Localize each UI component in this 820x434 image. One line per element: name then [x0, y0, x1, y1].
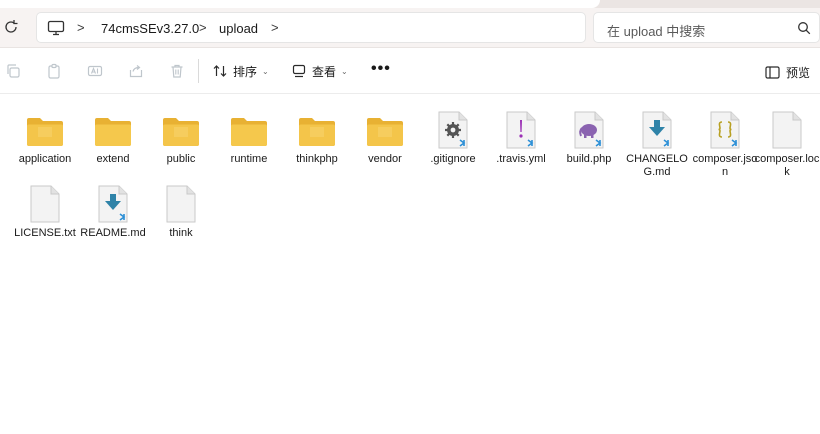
breadcrumb-separator[interactable]: > — [199, 20, 207, 35]
folder-icon — [27, 118, 63, 146]
folder-icon — [299, 118, 335, 146]
php-file-icon — [574, 111, 604, 149]
search-input[interactable]: 在 upload 中搜索 — [607, 21, 705, 40]
view-button[interactable]: 查看 ⌄ — [291, 58, 348, 84]
breadcrumb-item-upload[interactable]: upload — [219, 21, 258, 36]
preview-pane-button[interactable]: 预览 — [765, 64, 810, 81]
file-item-changelog-md[interactable]: CHANGELOG.md — [622, 105, 692, 179]
address-bar[interactable]: > 74cmsSEv3.27.0 > upload > — [36, 12, 586, 43]
command-bar: 排序 ⌄ 查看 ⌄ ••• 预览 — [0, 48, 820, 94]
file-name: runtime — [230, 153, 268, 165]
file-name: .gitignore — [430, 153, 476, 165]
folder-icon — [231, 118, 267, 146]
txt-file-icon — [30, 185, 60, 223]
gear-file-icon — [438, 111, 468, 149]
sort-icon — [213, 65, 227, 77]
folder-icon — [95, 118, 131, 146]
rename-icon[interactable] — [87, 63, 103, 79]
file-item-travis-yml[interactable]: .travis.yml — [486, 105, 556, 166]
folder-icon — [163, 118, 199, 146]
blank-file-icon — [772, 111, 802, 149]
file-name: README.md — [80, 227, 146, 239]
file-name: .travis.yml — [496, 153, 546, 165]
toolbar-divider — [198, 59, 199, 83]
view-label: 查看 — [312, 64, 337, 79]
file-name: composer.json — [692, 153, 758, 178]
file-name: CHANGELOG.md — [626, 153, 688, 178]
file-name: LICENSE.txt — [14, 227, 76, 239]
sort-button[interactable]: 排序 ⌄ — [212, 58, 269, 84]
search-icon[interactable] — [797, 21, 811, 35]
file-item-gitignore[interactable]: .gitignore — [418, 105, 488, 166]
window-top-strip — [0, 0, 820, 8]
breadcrumb-item-74cms[interactable]: 74cmsSEv3.27.0 — [101, 21, 199, 36]
more-options-button[interactable]: ••• — [371, 60, 391, 78]
file-item-public[interactable]: public — [146, 105, 216, 166]
preview-label: 预览 — [786, 66, 811, 80]
refresh-icon[interactable] — [2, 18, 20, 36]
copy-icon[interactable] — [5, 63, 21, 79]
file-item-extend[interactable]: extend — [78, 105, 148, 166]
yml-file-icon — [506, 111, 536, 149]
file-name: vendor — [368, 153, 402, 165]
file-item-runtime[interactable]: runtime — [214, 105, 284, 166]
delete-icon[interactable] — [169, 63, 185, 79]
sort-label: 排序 — [233, 64, 258, 79]
folder-icon — [367, 118, 403, 146]
file-name: thinkphp — [296, 153, 338, 165]
search-box[interactable]: 在 upload 中搜索 — [593, 12, 820, 43]
file-name: composer.lock — [754, 153, 820, 178]
share-icon[interactable] — [128, 63, 144, 79]
blank-file-icon — [166, 185, 196, 223]
chevron-down-icon: ⌄ — [262, 66, 269, 76]
file-item-vendor[interactable]: vendor — [350, 105, 420, 166]
tab-edge — [0, 0, 600, 8]
json-file-icon — [710, 111, 740, 149]
breadcrumb-separator[interactable]: > — [271, 20, 279, 35]
file-item-application[interactable]: application — [10, 105, 80, 166]
file-name: extend — [96, 153, 130, 165]
file-item-license-txt[interactable]: LICENSE.txt — [10, 179, 80, 240]
file-name: think — [169, 227, 193, 239]
computer-icon[interactable] — [47, 20, 65, 36]
preview-pane-icon — [765, 66, 780, 79]
file-item-composer-json[interactable]: composer.json — [690, 105, 760, 179]
file-item-build-php[interactable]: build.php — [554, 105, 624, 166]
breadcrumb-separator[interactable]: > — [77, 20, 85, 35]
file-name: build.php — [566, 153, 612, 165]
md-file-icon — [98, 185, 128, 223]
md-file-icon — [642, 111, 672, 149]
file-item-think[interactable]: think — [146, 179, 216, 240]
file-name: public — [166, 153, 196, 165]
file-name: application — [18, 153, 72, 165]
file-item-composer-lock[interactable]: composer.lock — [752, 105, 820, 179]
address-row: > 74cmsSEv3.27.0 > upload > 在 upload 中搜索 — [0, 8, 820, 48]
paste-icon[interactable] — [46, 63, 62, 79]
file-item-readme-md[interactable]: README.md — [78, 179, 148, 240]
file-list: application extend public runtime thinkp… — [0, 95, 820, 434]
chevron-down-icon: ⌄ — [341, 66, 348, 76]
file-item-thinkphp[interactable]: thinkphp — [282, 105, 352, 166]
view-icon — [292, 64, 306, 78]
